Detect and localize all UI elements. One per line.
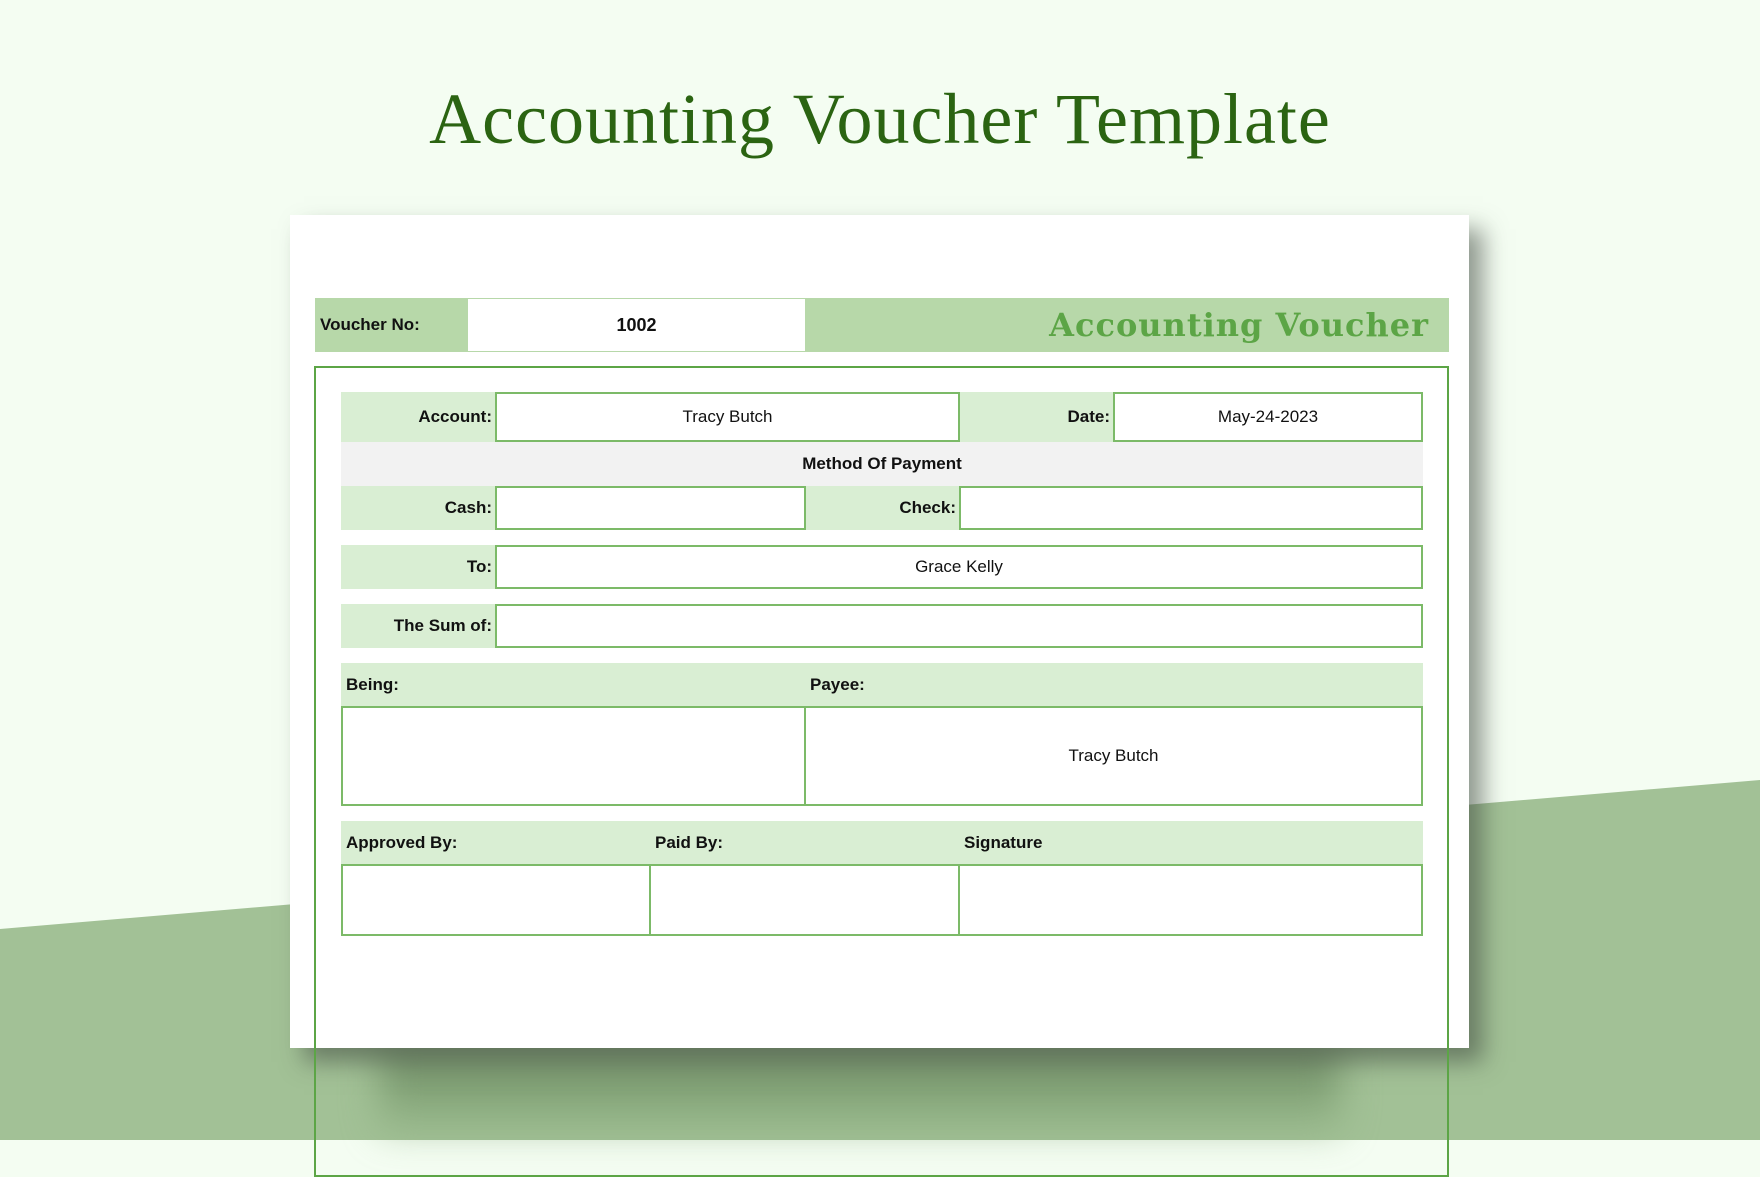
paid-by-label: Paid By:: [650, 821, 959, 864]
account-field[interactable]: Tracy Butch: [495, 392, 960, 442]
signature-label: Signature: [959, 821, 1423, 864]
account-label: Account:: [341, 392, 496, 442]
payee-label: Payee:: [805, 663, 1423, 706]
voucher-heading: Accounting Voucher: [1049, 306, 1429, 344]
date-field[interactable]: May-24-2023: [1113, 392, 1423, 442]
page-title: Accounting Voucher Template: [429, 79, 1331, 159]
paid-by-field[interactable]: [649, 864, 960, 936]
being-field[interactable]: [341, 706, 806, 806]
cash-label: Cash:: [341, 486, 496, 530]
to-label: To:: [341, 545, 496, 589]
payee-field[interactable]: Tracy Butch: [804, 706, 1423, 806]
voucher-number-label: Voucher No:: [320, 315, 420, 334]
voucher-number-field[interactable]: 1002: [468, 299, 805, 351]
sum-label: The Sum of:: [341, 604, 496, 648]
to-field[interactable]: Grace Kelly: [495, 545, 1423, 589]
approved-by-field[interactable]: [341, 864, 651, 936]
cash-field[interactable]: [495, 486, 806, 530]
being-label: Being:: [341, 663, 805, 706]
method-of-payment-heading: Method Of Payment: [341, 442, 1423, 486]
sum-field[interactable]: [495, 604, 1423, 648]
check-field[interactable]: [959, 486, 1423, 530]
signature-field[interactable]: [958, 864, 1423, 936]
voucher-document: Voucher No: 1002 Accounting Voucher Acco…: [290, 215, 1469, 1177]
approved-by-label: Approved By:: [341, 821, 650, 864]
check-label: Check:: [806, 486, 960, 530]
date-label: Date:: [960, 392, 1114, 442]
